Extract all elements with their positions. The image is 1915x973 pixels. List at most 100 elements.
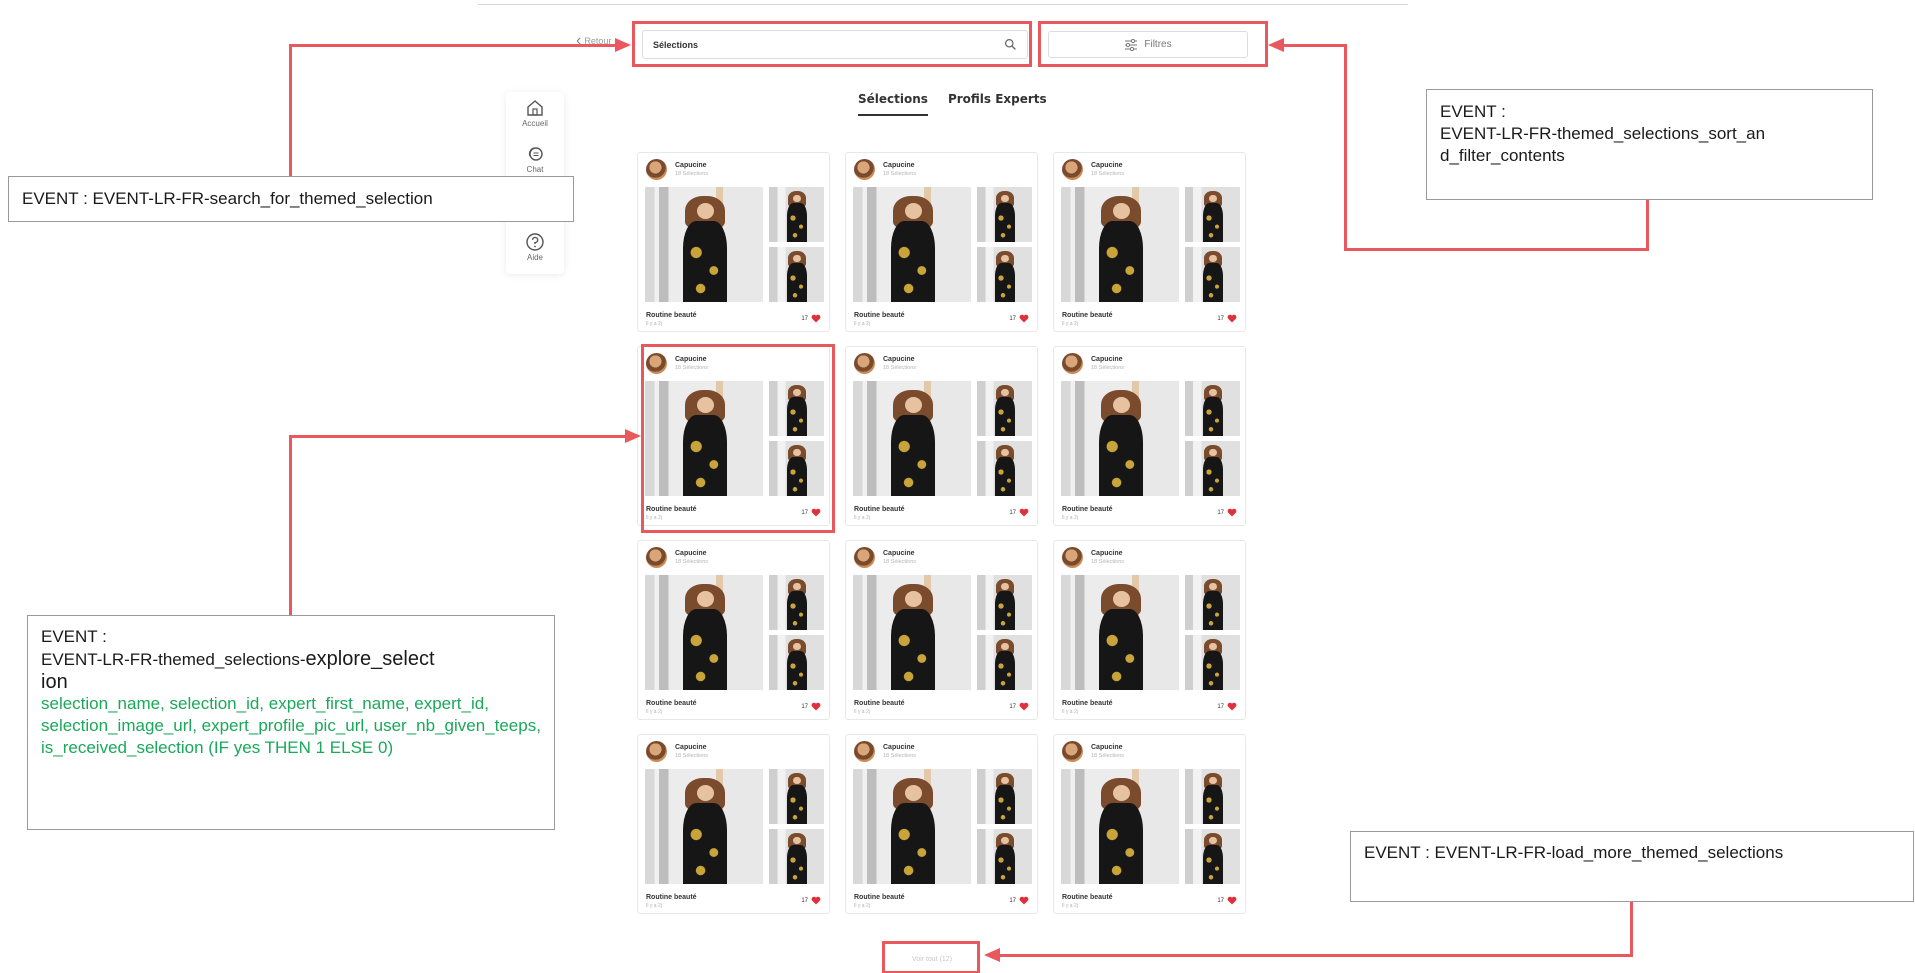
likes-counter[interactable]: 17 (801, 896, 821, 905)
likes-counter[interactable]: 17 (1217, 508, 1237, 517)
heart-icon[interactable] (1227, 896, 1237, 905)
selection-main-image[interactable] (1061, 187, 1179, 302)
expert-name[interactable]: Capucine (675, 356, 707, 363)
nav-item-aide[interactable]: Aide (506, 232, 564, 262)
expert-name[interactable]: Capucine (675, 550, 707, 557)
search-input[interactable]: Sélections (642, 30, 1028, 59)
selection-main-image[interactable] (645, 575, 763, 690)
selection-thumb-image[interactable] (977, 635, 1032, 690)
heart-icon[interactable] (1019, 314, 1029, 323)
tab-selections[interactable]: Sélections (858, 92, 928, 116)
selection-card[interactable]: Capucine 18 Sélections Routine beauté Il y … (1053, 734, 1246, 914)
heart-icon[interactable] (811, 508, 821, 517)
expert-avatar[interactable] (1062, 159, 1083, 180)
nav-item-accueil[interactable]: Accueil (506, 98, 564, 128)
selection-thumb-image[interactable] (1185, 247, 1240, 302)
expert-name[interactable]: Capucine (883, 162, 915, 169)
selection-title[interactable]: Routine beauté (1062, 894, 1113, 901)
selection-thumb-image[interactable] (1185, 441, 1240, 496)
expert-name[interactable]: Capucine (883, 744, 915, 751)
expert-avatar[interactable] (1062, 353, 1083, 374)
selection-card[interactable]: Capucine 18 Sélections Routine beauté Il y … (1053, 346, 1246, 526)
selection-card[interactable]: Capucine 18 Sélections Routine beauté Il y … (1053, 152, 1246, 332)
selection-main-image[interactable] (853, 381, 971, 496)
selection-main-image[interactable] (853, 769, 971, 884)
selection-main-image[interactable] (1061, 575, 1179, 690)
selection-thumb-image[interactable] (977, 575, 1032, 630)
selection-thumb-image[interactable] (1185, 829, 1240, 884)
expert-avatar[interactable] (854, 159, 875, 180)
selection-thumb-image[interactable] (769, 441, 824, 496)
selection-thumb-image[interactable] (769, 381, 824, 436)
expert-avatar[interactable] (854, 547, 875, 568)
selection-title[interactable]: Routine beauté (854, 506, 905, 513)
selection-card[interactable]: Capucine 18 Sélections Routine beauté Il y … (845, 346, 1038, 526)
selection-thumb-image[interactable] (977, 247, 1032, 302)
heart-icon[interactable] (1019, 896, 1029, 905)
selection-main-image[interactable] (1061, 381, 1179, 496)
selection-title[interactable]: Routine beauté (646, 894, 697, 901)
selection-thumb-image[interactable] (977, 381, 1032, 436)
heart-icon[interactable] (1227, 702, 1237, 711)
selection-thumb-image[interactable] (769, 187, 824, 242)
expert-avatar[interactable] (646, 547, 667, 568)
selection-thumb-image[interactable] (1185, 381, 1240, 436)
selection-thumb-image[interactable] (769, 575, 824, 630)
selection-title[interactable]: Routine beauté (646, 700, 697, 707)
selection-thumb-image[interactable] (769, 769, 824, 824)
selection-card[interactable]: Capucine 18 Sélections Routine beauté Il y … (845, 152, 1038, 332)
likes-counter[interactable]: 17 (1217, 702, 1237, 711)
expert-avatar[interactable] (854, 353, 875, 374)
selection-title[interactable]: Routine beauté (1062, 312, 1113, 319)
selection-card[interactable]: Capucine 18 Sélections Routine beauté Il y … (637, 152, 830, 332)
selection-title[interactable]: Routine beauté (646, 506, 697, 513)
likes-counter[interactable]: 17 (1009, 508, 1029, 517)
selection-thumb-image[interactable] (977, 829, 1032, 884)
expert-name[interactable]: Capucine (675, 744, 707, 751)
selection-title[interactable]: Routine beauté (1062, 700, 1113, 707)
likes-counter[interactable]: 17 (801, 314, 821, 323)
likes-counter[interactable]: 17 (1009, 702, 1029, 711)
expert-name[interactable]: Capucine (675, 162, 707, 169)
selection-title[interactable]: Routine beauté (646, 312, 697, 319)
selection-thumb-image[interactable] (977, 187, 1032, 242)
nav-item-chat[interactable]: Chat (506, 144, 564, 174)
expert-name[interactable]: Capucine (1091, 356, 1123, 363)
expert-avatar[interactable] (854, 741, 875, 762)
selection-thumb-image[interactable] (769, 247, 824, 302)
selection-thumb-image[interactable] (1185, 575, 1240, 630)
heart-icon[interactable] (811, 314, 821, 323)
selection-main-image[interactable] (645, 381, 763, 496)
heart-icon[interactable] (1227, 314, 1237, 323)
expert-name[interactable]: Capucine (883, 550, 915, 557)
likes-counter[interactable]: 17 (801, 508, 821, 517)
selection-title[interactable]: Routine beauté (854, 700, 905, 707)
likes-counter[interactable]: 17 (801, 702, 821, 711)
see-all-button[interactable]: Voir tout (12) (884, 948, 980, 970)
selection-thumb-image[interactable] (1185, 187, 1240, 242)
selection-title[interactable]: Routine beauté (854, 312, 905, 319)
selection-card[interactable]: Capucine 18 Sélections Routine beauté Il y … (637, 346, 830, 526)
heart-icon[interactable] (811, 702, 821, 711)
selection-main-image[interactable] (1061, 769, 1179, 884)
expert-avatar[interactable] (1062, 741, 1083, 762)
expert-name[interactable]: Capucine (883, 356, 915, 363)
selection-card[interactable]: Capucine 18 Sélections Routine beauté Il y … (845, 540, 1038, 720)
heart-icon[interactable] (1019, 508, 1029, 517)
selection-thumb-image[interactable] (1185, 635, 1240, 690)
expert-name[interactable]: Capucine (1091, 550, 1123, 557)
filter-button[interactable]: Filtres (1048, 31, 1248, 58)
search-icon[interactable] (1004, 38, 1017, 51)
selection-main-image[interactable] (853, 187, 971, 302)
expert-name[interactable]: Capucine (1091, 744, 1123, 751)
selection-title[interactable]: Routine beauté (1062, 506, 1113, 513)
heart-icon[interactable] (1227, 508, 1237, 517)
selection-title[interactable]: Routine beauté (854, 894, 905, 901)
likes-counter[interactable]: 17 (1217, 314, 1237, 323)
selection-thumb-image[interactable] (1185, 769, 1240, 824)
heart-icon[interactable] (1019, 702, 1029, 711)
selection-card[interactable]: Capucine 18 Sélections Routine beauté Il y … (845, 734, 1038, 914)
likes-counter[interactable]: 17 (1217, 896, 1237, 905)
selection-thumb-image[interactable] (977, 441, 1032, 496)
selection-card[interactable]: Capucine 18 Sélections Routine beauté Il y … (637, 540, 830, 720)
